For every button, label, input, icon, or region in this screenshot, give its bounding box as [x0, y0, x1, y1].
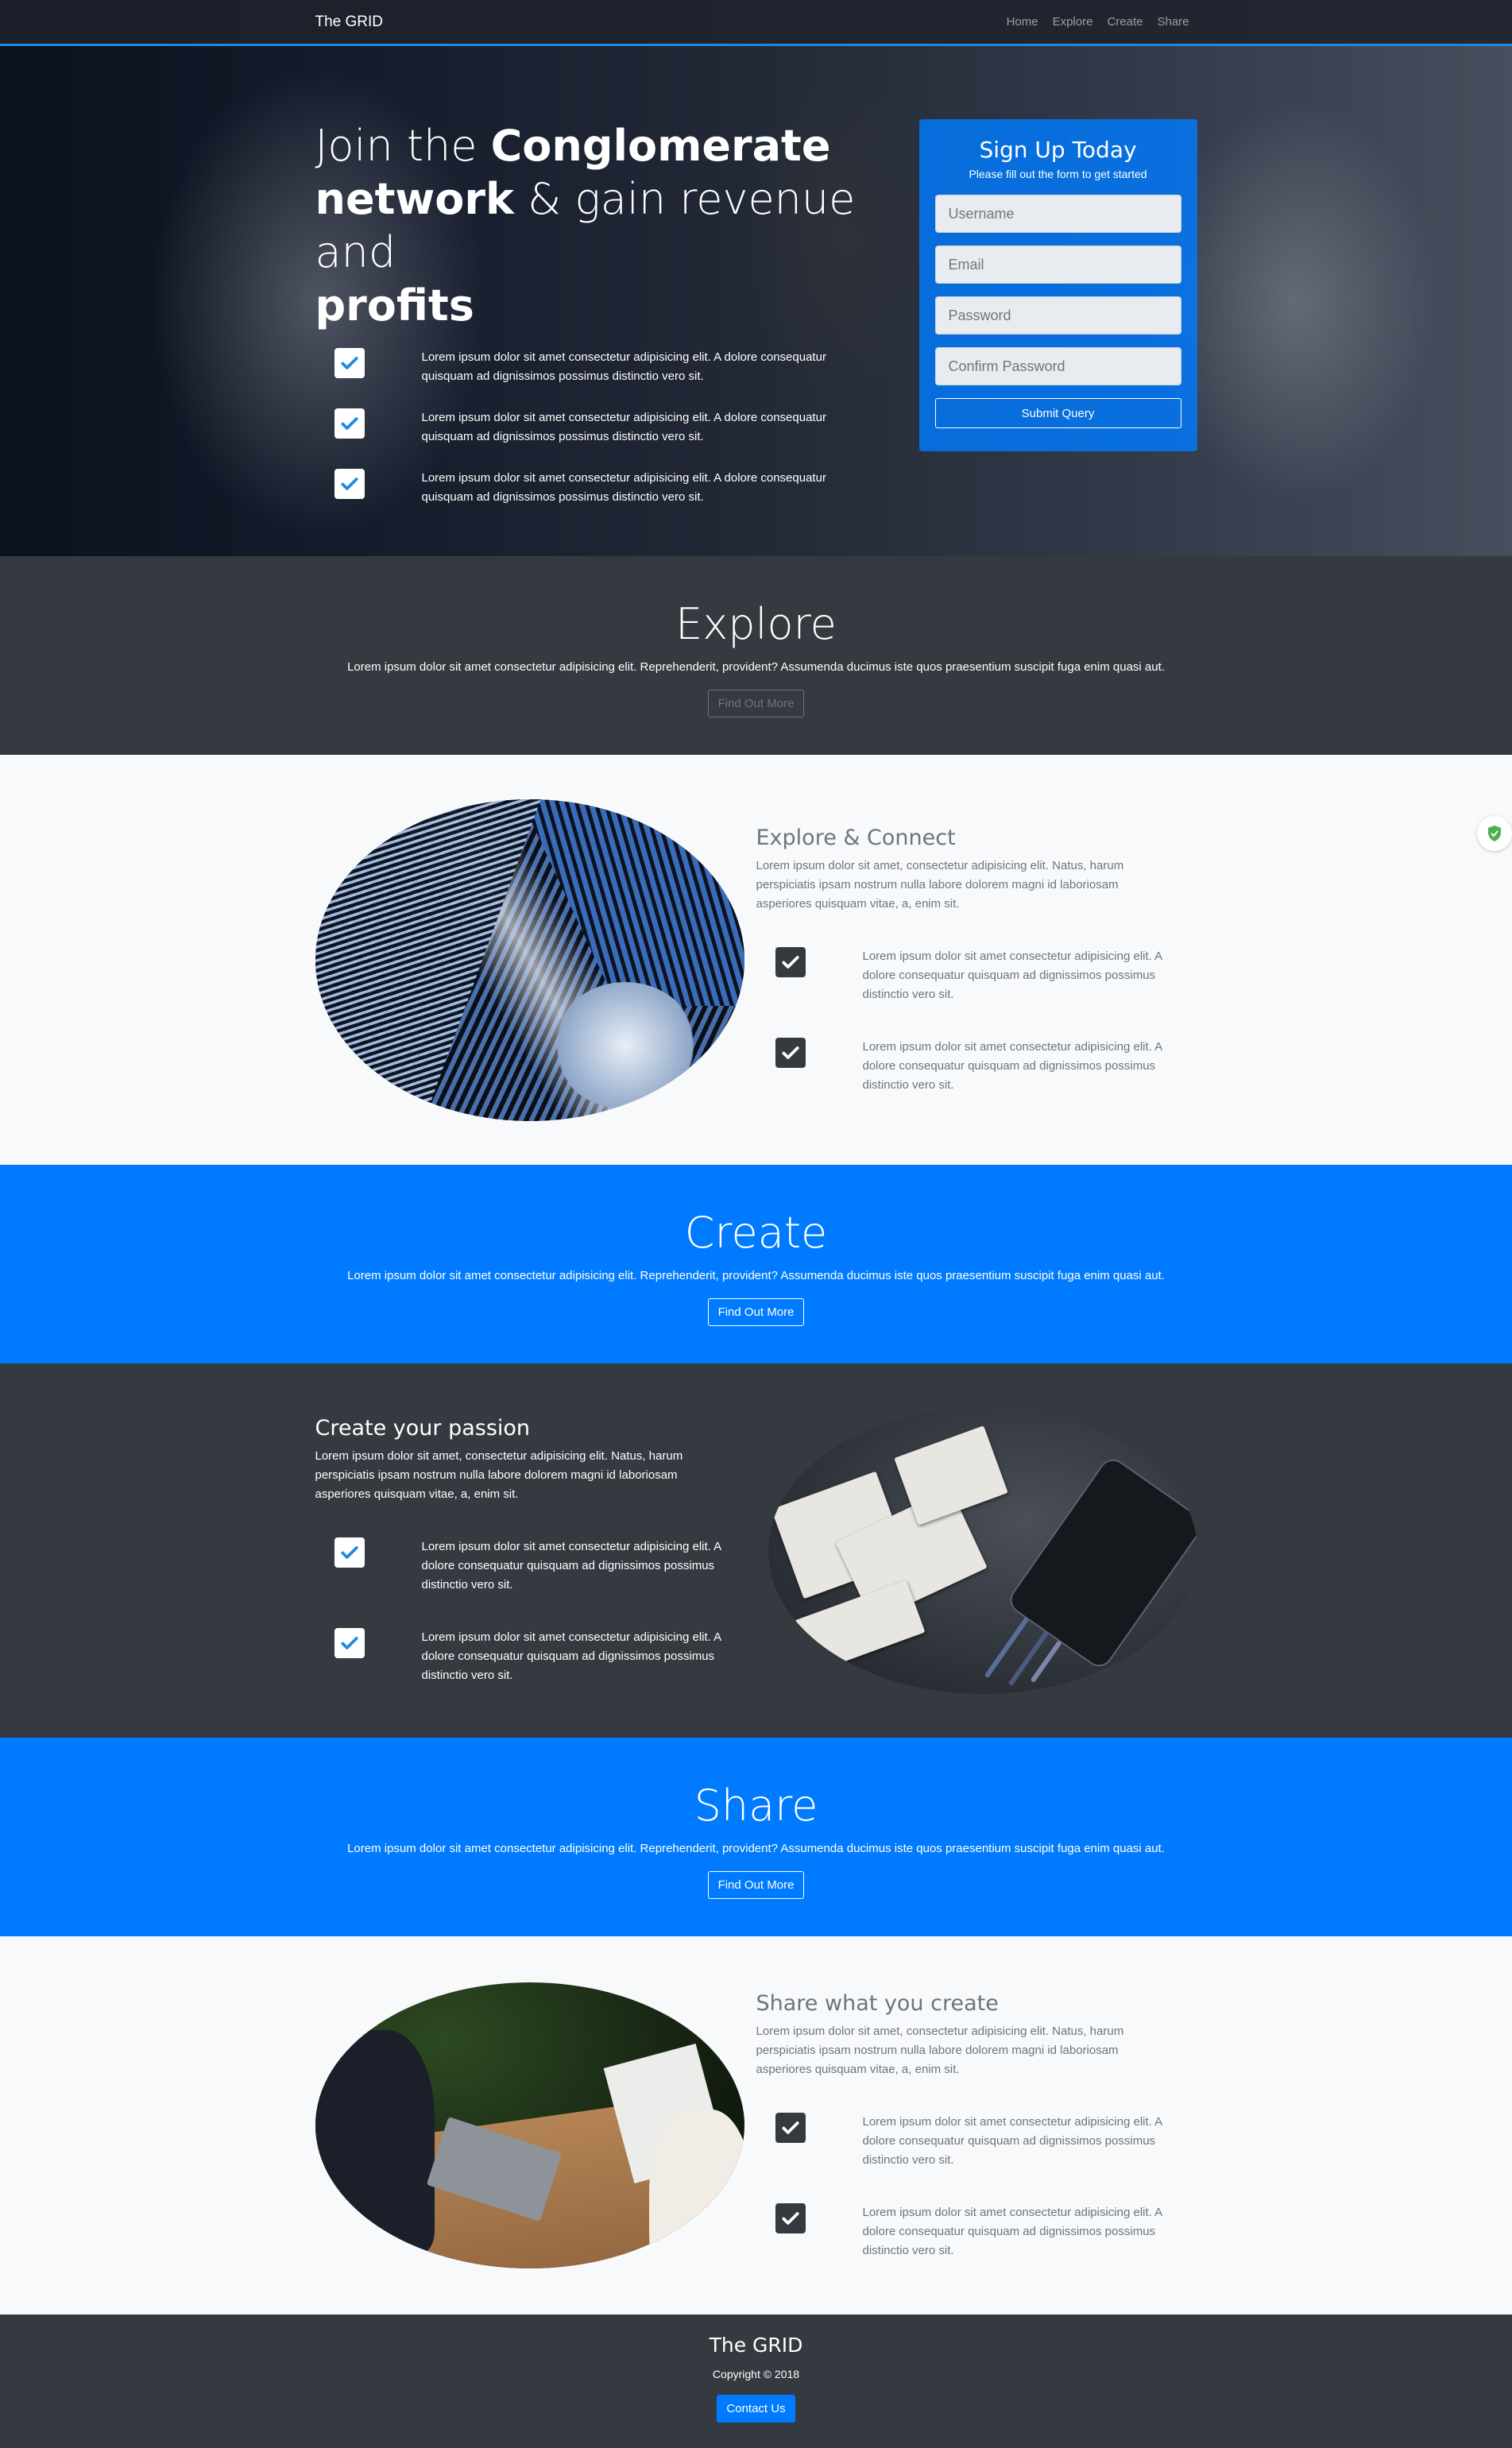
nav-link-home[interactable]: Home — [1007, 15, 1038, 29]
business-meeting-image — [315, 1982, 744, 2268]
check-icon — [334, 1628, 365, 1658]
skyscraper-image — [315, 799, 744, 1121]
confirm-password-input[interactable] — [934, 347, 1181, 385]
password-input[interactable] — [934, 296, 1181, 335]
create-heading: Create — [684, 1208, 828, 1258]
feature-text: Lorem ipsum dolor sit amet consectetur a… — [421, 1540, 721, 1591]
explore-heading: Explore — [675, 599, 837, 649]
check-icon — [334, 469, 365, 499]
feature-text: Lorem ipsum dolor sit amet consectetur a… — [862, 949, 1162, 1001]
check-icon — [775, 2112, 806, 2143]
shield-icon[interactable] — [1477, 816, 1512, 851]
feature-item: Lorem ipsum dolor sit amet consectetur a… — [756, 1037, 1197, 1095]
check-icon — [775, 1037, 806, 1068]
share-create-lead: Lorem ipsum dolor sit amet, consectetur … — [756, 2024, 1124, 2076]
hero-section: Join the Conglomerate network & gain reve… — [0, 0, 1512, 556]
signup-form: Sign Up Today Please fill out the form t… — [918, 119, 1197, 451]
explore-connect-heading: Explore & Connect — [756, 825, 956, 850]
create-passion-lead: Lorem ipsum dolor sit amet, consectetur … — [315, 1449, 683, 1501]
check-icon — [775, 946, 806, 977]
email-input[interactable] — [934, 246, 1181, 284]
create-find-out-more-button[interactable]: Find Out More — [707, 1298, 805, 1326]
signup-subtitle: Please fill out the form to get started — [969, 168, 1147, 180]
explore-find-out-more-button[interactable]: Find Out More — [707, 690, 805, 717]
nav-link-share[interactable]: Share — [1157, 15, 1189, 29]
hero-left: Join the Conglomerate network & gain reve… — [315, 119, 864, 507]
feature-text: Lorem ipsum dolor sit amet consectetur a… — [862, 1039, 1162, 1092]
check-icon — [334, 348, 365, 378]
feature-item: Lorem ipsum dolor sit amet consectetur a… — [756, 2112, 1197, 2170]
check-icon — [334, 408, 365, 439]
feature-item: Lorem ipsum dolor sit amet consectetur a… — [315, 1628, 756, 1685]
hero-feature: Lorem ipsum dolor sit amet consectetur a… — [315, 408, 864, 447]
create-passion-text: Create your passion Lorem ipsum dolor si… — [315, 1416, 756, 1685]
nav-link-explore[interactable]: Explore — [1053, 15, 1093, 29]
explore-connect-section: Explore & Connect Lorem ipsum dolor sit … — [0, 755, 1512, 1165]
hero-feature: Lorem ipsum dolor sit amet consectetur a… — [315, 348, 864, 386]
hero-feature: Lorem ipsum dolor sit amet consectetur a… — [315, 469, 864, 507]
create-passion-heading: Create your passion — [315, 1416, 531, 1441]
feature-item: Lorem ipsum dolor sit amet consectetur a… — [756, 2202, 1197, 2260]
hero-title: Join the Conglomerate network & gain reve… — [315, 121, 856, 331]
feature-item: Lorem ipsum dolor sit amet consectetur a… — [315, 1537, 756, 1595]
feature-text: Lorem ipsum dolor sit amet consectetur a… — [862, 2205, 1162, 2257]
explore-connect-text: Explore & Connect Lorem ipsum dolor sit … — [756, 826, 1197, 1095]
share-create-text: Share what you create Lorem ipsum dolor … — [756, 1991, 1197, 2260]
nav-link-create[interactable]: Create — [1107, 15, 1143, 29]
explore-section: Explore Lorem ipsum dolor sit amet conse… — [0, 556, 1512, 755]
check-icon — [775, 2202, 806, 2233]
feature-item: Lorem ipsum dolor sit amet consectetur a… — [756, 946, 1197, 1004]
nav-links: Home Explore Create Share — [1007, 15, 1189, 29]
contact-us-button[interactable]: Contact Us — [717, 2395, 795, 2423]
share-find-out-more-button[interactable]: Find Out More — [707, 1871, 805, 1899]
desk-image — [768, 1407, 1197, 1694]
navbar: The GRID Home Explore Create Share — [0, 0, 1512, 46]
share-create-section: Share what you create Lorem ipsum dolor … — [0, 1936, 1512, 2315]
submit-button[interactable]: Submit Query — [934, 398, 1181, 428]
explore-text: Lorem ipsum dolor sit amet consectetur a… — [347, 660, 1165, 674]
share-text: Lorem ipsum dolor sit amet consectetur a… — [347, 1842, 1165, 1855]
create-passion-section: Create your passion Lorem ipsum dolor si… — [0, 1363, 1512, 1738]
feature-text: Lorem ipsum dolor sit amet consectetur a… — [862, 2114, 1162, 2167]
footer-brand: The GRID — [709, 2334, 803, 2357]
feature-text: Lorem ipsum dolor sit amet consectetur a… — [421, 1630, 721, 1682]
hero-feature-text: Lorem ipsum dolor sit amet consectetur a… — [421, 471, 826, 504]
share-create-heading: Share what you create — [756, 1990, 999, 2016]
signup-title: Sign Up Today — [979, 137, 1137, 163]
footer-copyright: Copyright © 2018 — [712, 2368, 800, 2380]
brand-logo[interactable]: The GRID — [315, 14, 384, 31]
username-input[interactable] — [934, 195, 1181, 233]
share-section: Share Lorem ipsum dolor sit amet consect… — [0, 1738, 1512, 1936]
check-icon — [334, 1537, 365, 1568]
create-section: Create Lorem ipsum dolor sit amet consec… — [0, 1165, 1512, 1363]
hero-feature-text: Lorem ipsum dolor sit amet consectetur a… — [421, 350, 826, 383]
create-text: Lorem ipsum dolor sit amet consectetur a… — [347, 1269, 1165, 1282]
footer: The GRID Copyright © 2018 Contact Us — [0, 2315, 1512, 2448]
explore-connect-lead: Lorem ipsum dolor sit amet, consectetur … — [756, 858, 1124, 911]
share-heading: Share — [694, 1781, 818, 1831]
hero-feature-text: Lorem ipsum dolor sit amet consectetur a… — [421, 411, 826, 443]
